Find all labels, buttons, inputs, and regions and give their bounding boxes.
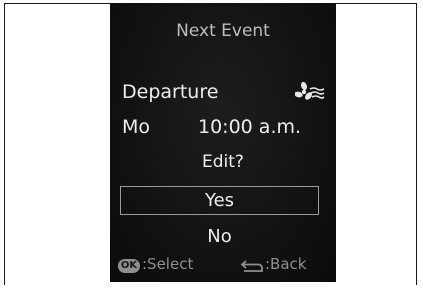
back-hint: :Back [265,255,307,273]
event-day: Mo [122,116,151,138]
option-no-label: No [207,226,232,247]
option-no[interactable]: No [120,222,319,251]
option-yes-label: Yes [204,190,235,211]
display-screen: Next Event Departure Mo 10:00 a.m. Edit?… [110,3,336,282]
event-time: 10:00 a.m. [198,116,302,138]
departure-label: Departure [122,81,219,103]
select-hint: :Select [142,255,194,273]
back-arrow-icon [240,260,263,272]
ok-button-icon: OK [118,259,140,273]
option-yes[interactable]: Yes [120,186,319,215]
edit-prompt: Edit? [202,152,244,172]
screen-title: Next Event [176,21,270,41]
fan-icon [295,81,325,100]
